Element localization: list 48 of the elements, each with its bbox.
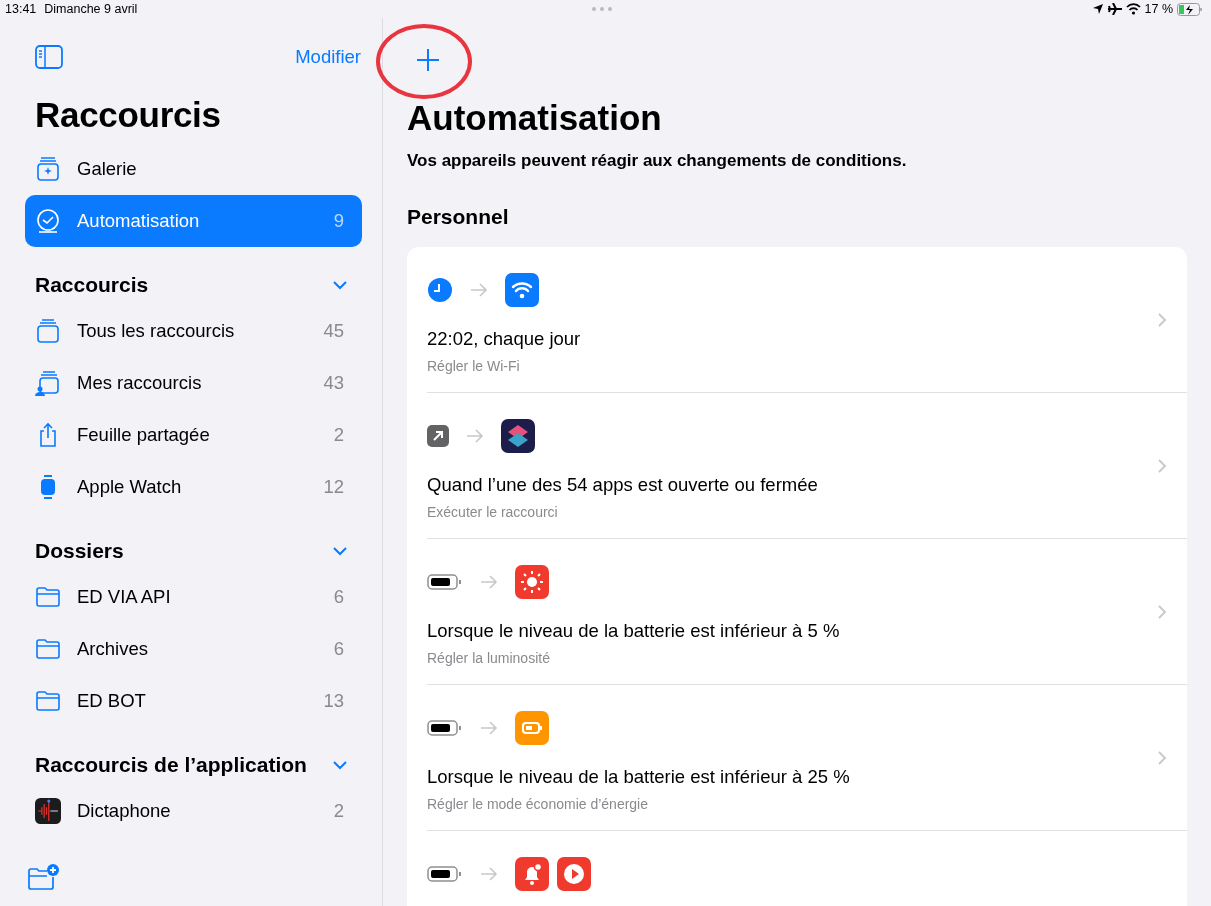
automation-subtitle: Régler le mode économie d’énergie [427, 795, 650, 815]
item-count: 6 [333, 584, 344, 609]
item-count: 6 [333, 636, 344, 661]
automation-subtitle: Régler la luminosité [427, 649, 551, 669]
item-count: 43 [323, 370, 344, 395]
sidebar-item[interactable]: ED VIA API 6 [25, 570, 362, 623]
status-date: Dimanche 9 avril [44, 0, 138, 18]
automation-subtitle: Exécuter le raccourci [427, 503, 559, 523]
sidebar-item-label: Dictaphone [77, 798, 172, 823]
sidebar-item[interactable]: Archives 6 [25, 622, 362, 675]
sidebar-item-label: ED BOT [77, 688, 147, 713]
item-count: 13 [323, 688, 344, 713]
section-header: Raccourcis [35, 271, 149, 298]
item-count: 2 [333, 422, 344, 447]
status-time: 13:41 [5, 0, 37, 18]
sidebar-item-label: Galerie [77, 156, 138, 181]
section-header: Personnel [407, 204, 510, 230]
sidebar-item[interactable]: Automatisation 9 [25, 194, 362, 247]
automation-title: Lorsque le niveau de la batterie est inférieur à 25 % [427, 764, 851, 789]
item-count: 9 [333, 208, 344, 233]
sidebar-item[interactable]: Apple Watch 12 [25, 460, 362, 513]
sidebar-item[interactable]: Mes raccourcis 43 [25, 356, 362, 409]
page-title: Automatisation [407, 99, 663, 138]
item-count: 2 [333, 798, 344, 823]
automation-title: 22:02, chaque jour [427, 326, 582, 351]
sidebar-item[interactable]: ED BOT 13 [25, 674, 362, 727]
sidebar-item-label: ED VIA API [77, 584, 172, 609]
section-header: Raccourcis de l’application [35, 751, 307, 778]
automation-title: Lorsque le niveau de la batterie est inférieur à 5 % [427, 618, 841, 643]
item-count: 45 [323, 318, 344, 343]
sidebar-item[interactable]: Dictaphone 2 [25, 784, 362, 837]
sidebar-item[interactable]: Tous les raccourcis 45 [25, 304, 362, 357]
item-count: 12 [323, 474, 344, 499]
battery-percent: 17 % [1144, 0, 1173, 18]
sidebar-item-label: Mes raccourcis [77, 370, 203, 395]
sidebar-item[interactable]: Feuille partagée 2 [25, 408, 362, 461]
sidebar-item-label: Tous les raccourcis [77, 318, 236, 343]
sidebar-item[interactable]: Galerie [25, 142, 362, 195]
sidebar-title: Raccourcis [35, 96, 222, 135]
automation-subtitle: Régler le Wi-Fi [427, 357, 521, 377]
section-header: Dossiers [35, 537, 124, 564]
sidebar-item-label: Automatisation [77, 208, 201, 233]
page-subtitle: Vos appareils peuvent réagir aux changements de conditions. [407, 149, 908, 172]
sidebar-item-label: Feuille partagée [77, 422, 211, 447]
edit-button[interactable]: Modifier [294, 42, 362, 72]
automation-title: Quand l’une des 54 apps est ouverte ou fermée [427, 472, 819, 497]
sidebar-item-label: Apple Watch [77, 474, 183, 499]
sidebar-item-label: Archives [77, 636, 149, 661]
